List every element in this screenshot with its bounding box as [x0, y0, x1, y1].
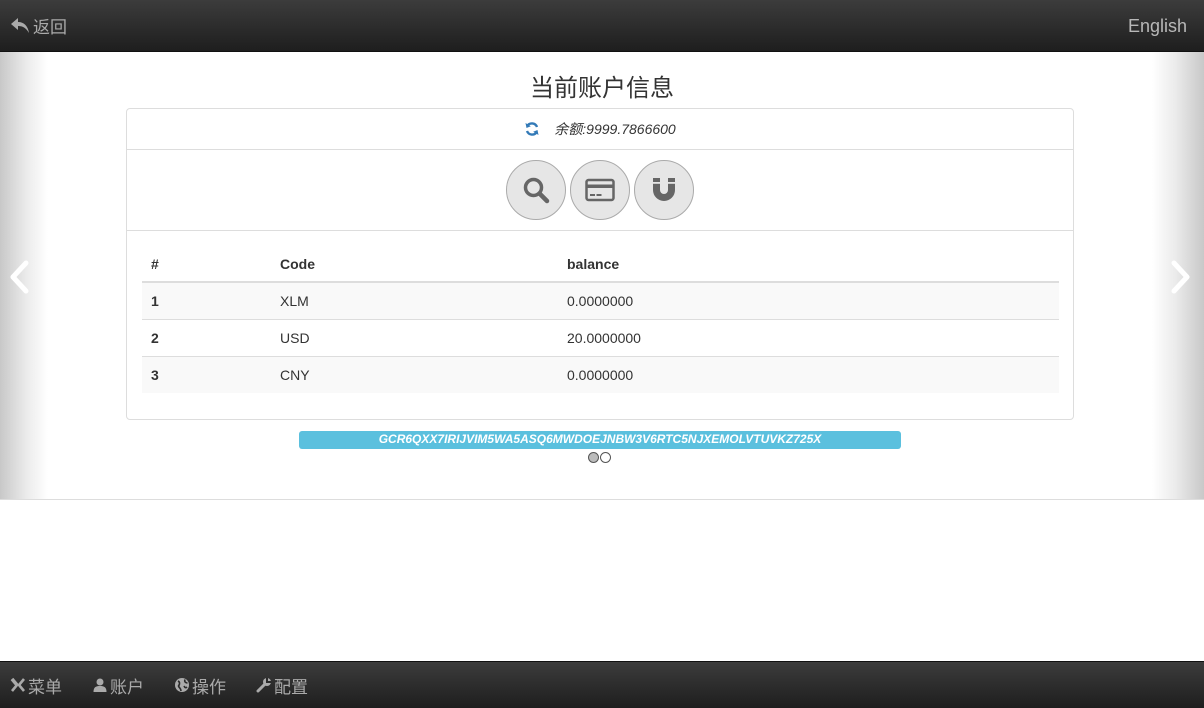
column-header-balance: balance	[558, 246, 1059, 283]
row-balance: 20.0000000	[558, 318, 1059, 356]
page-title: 当前账户信息	[530, 74, 674, 102]
menu-x-icon	[10, 677, 25, 692]
nav-operations[interactable]: 操作	[174, 673, 226, 698]
row-balance: 0.0000000	[558, 281, 1059, 319]
balances-table: # Code balance 1 XLM 0.0000000 2 USD 20.…	[142, 246, 1059, 393]
table-header-row: # Code balance	[142, 246, 1059, 283]
nav-account-label: 账户	[110, 677, 144, 697]
balance-value: 9999.7866600	[586, 121, 676, 137]
card-button[interactable]	[570, 160, 630, 220]
account-carousel: 当前账户信息 余额: 9999.7866600 # Code balance 1…	[0, 52, 1204, 500]
back-label: 返回	[33, 17, 67, 37]
nav-settings-label: 配置	[274, 677, 308, 697]
refresh-icon[interactable]	[524, 121, 540, 137]
carousel-prev-control[interactable]	[0, 52, 48, 499]
search-icon	[523, 177, 550, 204]
back-button[interactable]: 返回	[10, 12, 67, 38]
table-row: 1 XLM 0.0000000	[142, 281, 1059, 319]
user-icon	[93, 678, 107, 692]
account-panel: 余额: 9999.7866600 # Code balance 1 XLM 0.…	[126, 108, 1074, 420]
nav-settings[interactable]: 配置	[256, 673, 308, 698]
carousel-next-control[interactable]	[1152, 52, 1204, 499]
row-code: XLM	[271, 281, 558, 319]
row-index: 3	[142, 355, 271, 393]
balance-label: 余额:	[554, 121, 587, 137]
nav-menu-label: 菜单	[28, 677, 62, 697]
row-index: 1	[142, 281, 271, 319]
account-address-badge[interactable]: GCR6QXX7IRIJVIM5WA5ASQ6MWDOEJNBW3V6RTC5N…	[299, 431, 901, 449]
table-row: 2 USD 20.0000000	[142, 318, 1059, 356]
row-code: CNY	[271, 355, 558, 393]
chevron-right-icon	[1171, 260, 1190, 294]
language-switch[interactable]: English	[1128, 16, 1187, 37]
column-header-index: #	[142, 246, 271, 283]
carousel-indicators	[588, 452, 611, 463]
nav-operations-label: 操作	[192, 677, 226, 697]
credit-card-icon	[585, 178, 615, 202]
magnet-button[interactable]	[634, 160, 694, 220]
column-header-code: Code	[271, 246, 558, 283]
nav-menu[interactable]: 菜单	[10, 673, 62, 698]
wrench-icon	[256, 678, 271, 693]
search-button[interactable]	[506, 160, 566, 220]
reply-arrow-icon	[11, 18, 29, 33]
top-navbar: 返回 English	[0, 0, 1204, 52]
balance-row: 余额: 9999.7866600	[127, 109, 1073, 150]
row-code: USD	[271, 318, 558, 356]
nav-account[interactable]: 账户	[92, 673, 144, 698]
magnet-icon	[653, 178, 675, 201]
action-buttons	[127, 150, 1073, 231]
bottom-navbar: 菜单 账户 操作 配置	[0, 661, 1204, 708]
chevron-left-icon	[10, 260, 29, 294]
row-balance: 0.0000000	[558, 355, 1059, 393]
globe-icon	[175, 678, 189, 692]
carousel-indicator-2[interactable]	[600, 452, 611, 463]
carousel-indicator-1[interactable]	[588, 452, 599, 463]
table-row: 3 CNY 0.0000000	[142, 355, 1059, 393]
row-index: 2	[142, 318, 271, 356]
